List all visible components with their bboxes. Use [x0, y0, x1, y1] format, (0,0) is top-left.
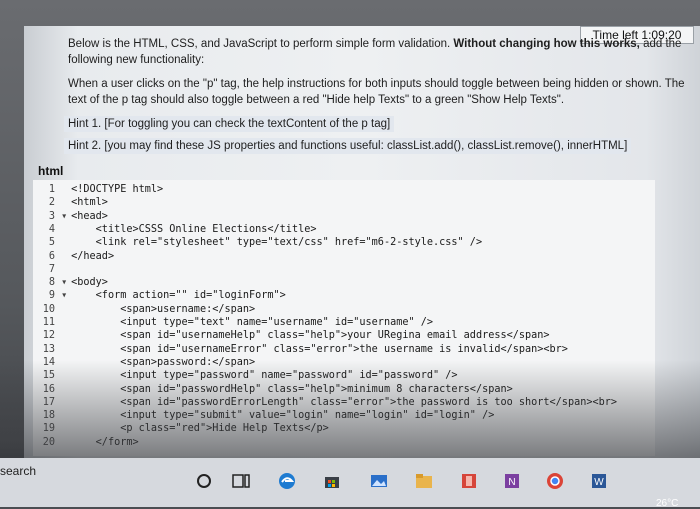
line-number: 20: [42, 436, 55, 448]
code-text: <!DOCTYPE html>: [71, 184, 164, 195]
hint-1: Hint 1. [For toggling you can check the …: [64, 116, 688, 132]
line-number: 1: [48, 184, 55, 195]
code-text: <span id="usernameError" class="error">t…: [71, 343, 568, 355]
code-line: 13 <span id="usernameError" class="error…: [33, 344, 568, 357]
intro-bold: Without changing how this works,: [453, 38, 640, 50]
code-line: 10 <span>username:</span>: [33, 304, 255, 317]
code-text: <form action="" id="loginForm">: [71, 290, 286, 302]
line-number: 13: [42, 343, 55, 355]
teams-icon[interactable]: [460, 472, 478, 490]
code-line: 6 </head>: [33, 251, 114, 264]
line-number: 11: [42, 317, 55, 328]
code-line: 3 ▾ <head>: [33, 211, 108, 224]
line-number: 10: [42, 303, 55, 315]
code-line: 18 <input type="submit" value="login" na…: [33, 410, 495, 423]
fold-arrow-icon[interactable]: ▾: [61, 290, 71, 301]
code-line: 15 <input type="password" name="password…: [33, 370, 458, 383]
code-line: 11 <input type="text" name="username" id…: [33, 317, 433, 330]
code-text: <span id="usernameHelp" class="help">you…: [71, 330, 550, 342]
intro-paragraph: Below is the HTML, CSS, and JavaScript t…: [68, 36, 688, 68]
code-line: 7: [33, 264, 71, 277]
cortana-icon[interactable]: [195, 472, 213, 490]
code-text: </head>: [71, 250, 115, 262]
line-number: 6: [48, 250, 55, 262]
line-number: 3: [48, 210, 55, 222]
word-icon[interactable]: W: [590, 472, 608, 490]
line-number: 8: [48, 277, 55, 289]
chrome-icon[interactable]: [546, 472, 564, 490]
onenote-icon[interactable]: N: [503, 472, 521, 490]
line-number: 14: [42, 356, 55, 368]
code-text: <p class="red">Hide Help Texts</p>: [71, 423, 329, 435]
edge-icon[interactable]: [278, 472, 296, 490]
code-text: <link rel="stylesheet" type="text/css" h…: [71, 237, 483, 249]
hint-2-text: Hint 2. [you may find these JS propertie…: [64, 138, 632, 154]
line-number: 7: [48, 263, 55, 275]
hint-2: Hint 2. [you may find these JS propertie…: [64, 138, 688, 154]
code-line: 4 <title>CSSS Online Elections</title>: [33, 223, 317, 237]
hint-1-text: Hint 1. [For toggling you can check the …: [64, 116, 395, 132]
code-line: 12 <span id="usernameHelp" class="help">…: [33, 330, 550, 343]
line-number: 12: [42, 330, 55, 342]
windows-taskbar: search N W 26°C: [0, 458, 700, 509]
line-number: 2: [48, 197, 55, 209]
code-text: <html>: [71, 197, 108, 209]
intro-text: Below is the HTML, CSS, and JavaScript t…: [68, 38, 454, 50]
line-number: 16: [42, 383, 55, 395]
line-number: 4: [48, 223, 55, 235]
code-text: <span id="passwordErrorLength" class="er…: [71, 396, 618, 408]
line-number: 5: [48, 237, 55, 249]
line-number: 17: [42, 396, 55, 408]
code-text: <title>CSSS Online Elections</title>: [71, 223, 317, 235]
temperature-readout: 26°C: [656, 498, 679, 509]
code-text: <input type="text" name="username" id="u…: [71, 317, 434, 328]
svg-text:N: N: [508, 477, 515, 488]
svg-text:W: W: [594, 477, 604, 488]
code-line: 19 <p class="red">Hide Help Texts</p>: [33, 423, 329, 436]
code-line: 20 </form>: [33, 437, 139, 450]
code-line: 9 ▾ <form action="" id="loginForm">: [33, 290, 286, 303]
task-paragraph: When a user clicks on the "p" tag, the h…: [68, 78, 685, 106]
line-number: 9: [48, 290, 55, 302]
taskbar-search[interactable]: search: [0, 464, 36, 478]
code-line: 14 <span>password:</span>: [33, 357, 255, 370]
files-icon[interactable]: [415, 472, 433, 490]
code-text: </form>: [71, 436, 139, 448]
line-number: 18: [42, 410, 55, 422]
fold-arrow-icon[interactable]: ▾: [61, 277, 71, 288]
code-text: <input type="submit" value="login" name=…: [71, 410, 495, 422]
code-line: 1 <!DOCTYPE html>: [33, 184, 163, 197]
code-line: 2 <html>: [33, 197, 108, 210]
photos-icon[interactable]: [370, 472, 388, 490]
code-text: <input type="password" name="password" i…: [71, 370, 458, 382]
fold-arrow-icon[interactable]: ▾: [61, 211, 71, 222]
code-line: 8 ▾ <body>: [33, 277, 108, 290]
code-line: 17 <span id="passwordErrorLength" class=…: [33, 397, 617, 410]
code-text: <body>: [71, 277, 108, 289]
store-icon[interactable]: [323, 472, 341, 490]
task-view-icon[interactable]: [232, 472, 250, 490]
code-line: 5 <link rel="stylesheet" type="text/css"…: [33, 237, 482, 250]
code-text: <head>: [71, 210, 108, 222]
code-text: <span id="passwordHelp" class="help">min…: [71, 383, 513, 395]
code-section-label: html: [38, 164, 64, 178]
line-number: 15: [42, 370, 55, 382]
code-text: <span>password:</span>: [71, 356, 256, 368]
code-block: 1 <!DOCTYPE html> 2 <html> 3 ▾ <head> 4 <tit…: [33, 180, 655, 456]
code-line: 16 <span id="passwordHelp" class="help">…: [33, 384, 513, 397]
code-text: <span>username:</span>: [71, 303, 256, 315]
line-number: 19: [42, 423, 55, 435]
